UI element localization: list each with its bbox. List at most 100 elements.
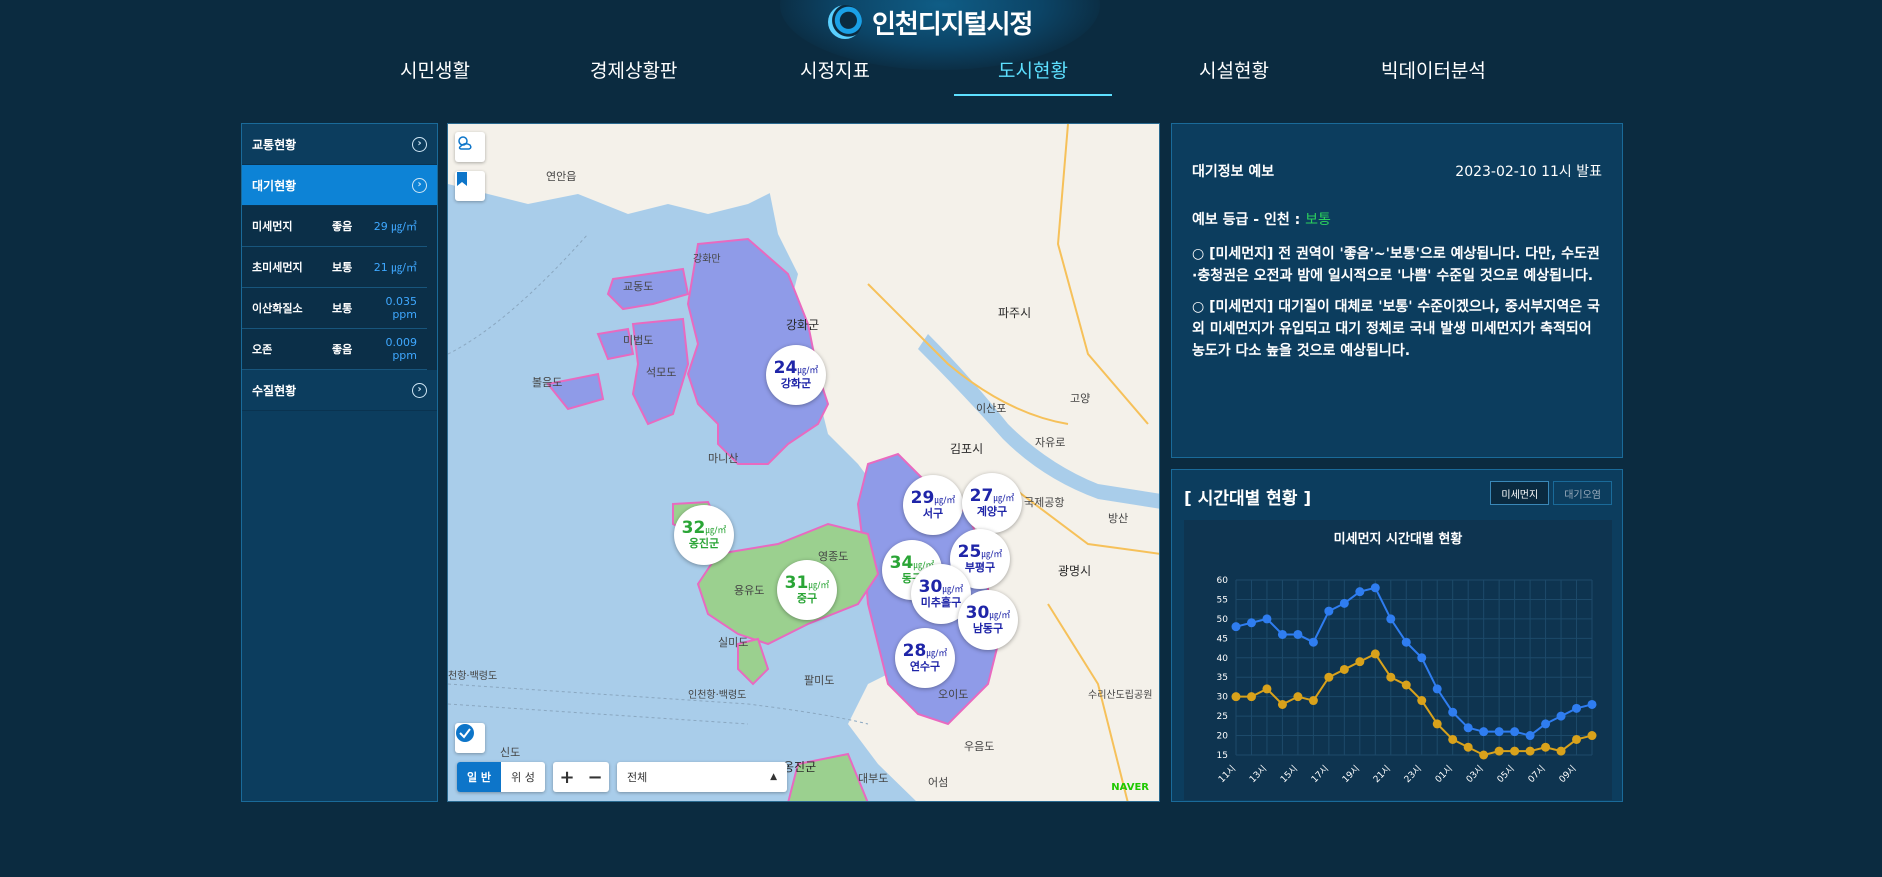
sidebar-item-water[interactable]: 수질현황 ›	[242, 370, 437, 411]
map-label: 신도	[500, 746, 521, 759]
zoom-out-button[interactable]: −	[581, 762, 609, 792]
forecast-paragraph: ○ [미세먼지] 대기질이 대체로 '보통' 수준이겠으나, 중서부지역은 국외…	[1192, 299, 1600, 359]
district-bubble[interactable]: 29㎍/㎥ 서구	[903, 475, 963, 535]
bubble-value: 30	[965, 603, 990, 624]
tab-air-pollution[interactable]: 대기오염	[1553, 481, 1612, 505]
nav-city-indicators[interactable]: 시정지표	[800, 56, 870, 96]
map-label: 용유도	[734, 584, 765, 597]
bubble-unit: ㎍/㎥	[981, 550, 1003, 561]
bookmark-button[interactable]	[455, 171, 485, 201]
x-tick-label: 23시	[1402, 763, 1424, 785]
bubble-value: 27	[969, 486, 994, 507]
bubble-unit: ㎍/㎥	[705, 526, 727, 537]
bubble-value: 31	[784, 573, 809, 594]
list-item: 오존 좋음 0.009 ppm	[242, 329, 427, 370]
map-label: 이산포	[976, 402, 1007, 415]
district-bubble[interactable]: 28㎍/㎥ 연수구	[895, 628, 955, 688]
data-point	[1339, 664, 1349, 674]
district-bubble[interactable]: 27㎍/㎥ 계양구	[962, 473, 1022, 533]
district-bubble[interactable]: 30㎍/㎥ 남동구	[958, 590, 1018, 650]
district-bubble[interactable]: 32㎍/㎥ 옹진군	[674, 505, 734, 565]
data-point	[1525, 731, 1535, 741]
data-point	[1479, 750, 1489, 760]
nav-facility-status[interactable]: 시설현황	[1199, 56, 1269, 96]
bubble-value: 29	[910, 488, 935, 509]
data-point	[1293, 629, 1303, 639]
y-tick-label: 40	[1217, 654, 1229, 664]
logo-icon	[828, 5, 862, 39]
data-point	[1386, 614, 1396, 624]
bubble-unit: ㎍/㎥	[797, 366, 819, 377]
chevron-right-icon: ›	[412, 382, 427, 398]
data-point	[1231, 622, 1241, 632]
data-point	[1417, 653, 1427, 663]
site-logo[interactable]: 인천디지털시정	[828, 4, 1033, 40]
map-label: 강화군	[786, 318, 820, 332]
x-tick-label: 05시	[1495, 763, 1517, 785]
data-point	[1262, 684, 1272, 694]
bookmark-icon	[457, 172, 467, 186]
data-point	[1308, 696, 1318, 706]
x-tick-label: 03시	[1464, 763, 1486, 785]
chart-title: 미세먼지 시간대별 현황	[1333, 532, 1463, 547]
x-tick-label: 17시	[1309, 763, 1331, 785]
map-view[interactable]: 연안읍 교동도 강화만 강화군 파주시 석모도 미법도 볼음도 마니산 김포시 …	[447, 123, 1160, 802]
data-point	[1587, 731, 1597, 741]
nav-city-status[interactable]: 도시현황	[954, 56, 1112, 96]
map-label: 옹진군	[783, 760, 817, 774]
map-label: 천항·백령도	[448, 671, 498, 682]
map-label: 자유로	[1035, 436, 1066, 449]
forecast-date: 2023-02-10 11시 발표	[1455, 164, 1602, 180]
data-point	[1541, 742, 1551, 752]
region-select[interactable]: 전체 ▲	[617, 762, 787, 792]
pollutant-grade: 보통	[332, 261, 353, 274]
data-point	[1463, 742, 1473, 752]
map-label: 어섬	[928, 776, 949, 789]
bubble-value: 30	[918, 577, 943, 598]
district-bubble[interactable]: 31㎍/㎥ 중구	[777, 560, 837, 620]
x-tick-label: 21시	[1371, 763, 1393, 785]
forecast-grade-label: 예보 등급 - 인천 :	[1192, 212, 1306, 228]
chevron-right-icon: ›	[412, 177, 427, 193]
nav-bigdata[interactable]: 빅데이터분석	[1381, 56, 1486, 96]
region-select-value: 전체	[627, 771, 648, 784]
data-point	[1510, 746, 1520, 756]
district-bubble[interactable]: 24㎍/㎥ 강화군	[766, 345, 826, 405]
pollutant-name: 초미세먼지	[252, 261, 303, 274]
nav-economy-board[interactable]: 경제상황판	[590, 56, 677, 96]
pollutant-grade: 좋음	[332, 343, 353, 356]
y-tick-label: 45	[1217, 634, 1228, 644]
x-tick-label: 13시	[1247, 763, 1269, 785]
data-point	[1293, 692, 1303, 702]
sidebar-item-air[interactable]: 대기현황 ›	[242, 165, 437, 206]
sidebar-item-traffic[interactable]: 교통현황 ›	[242, 124, 437, 165]
x-tick-label: 19시	[1340, 763, 1362, 785]
data-point	[1339, 598, 1349, 608]
map-label: 파주시	[998, 306, 1032, 320]
bubble-name: 중구	[796, 592, 818, 606]
chart-container: 미세먼지 시간대별 현황 15 20 25 30 35 40 45 50 55 60 11시 13시 1…	[1184, 520, 1612, 800]
layer-check-button[interactable]	[455, 723, 485, 753]
tab-fine-dust[interactable]: 미세먼지	[1490, 481, 1550, 505]
data-point	[1277, 699, 1287, 709]
weather-layer-button[interactable]	[455, 132, 485, 162]
list-item: 미세먼지 좋음 29 ㎍/㎥	[242, 206, 427, 247]
data-point	[1432, 719, 1442, 729]
zoom-controls: + −	[553, 762, 609, 792]
map-label: 실미도	[718, 636, 749, 649]
zoom-in-button[interactable]: +	[553, 762, 581, 792]
map-type-normal[interactable]: 일 반	[457, 762, 501, 792]
data-point	[1355, 657, 1365, 667]
map-label: 우음도	[964, 740, 995, 753]
map-label: 국제공항	[1024, 496, 1065, 509]
y-tick-label: 15	[1217, 751, 1228, 761]
x-tick-label: 09시	[1557, 763, 1579, 785]
bubble-unit: ㎍/㎥	[808, 581, 830, 592]
map-label: 인천항·백령도	[688, 690, 747, 701]
map-label: 볼음도	[532, 376, 563, 389]
bubble-value: 28	[902, 641, 927, 662]
map-label: 김포시	[950, 442, 984, 456]
nav-citizen-life[interactable]: 시민생활	[400, 56, 470, 96]
checkmark-icon	[456, 724, 474, 742]
map-type-satellite[interactable]: 위 성	[501, 762, 545, 792]
